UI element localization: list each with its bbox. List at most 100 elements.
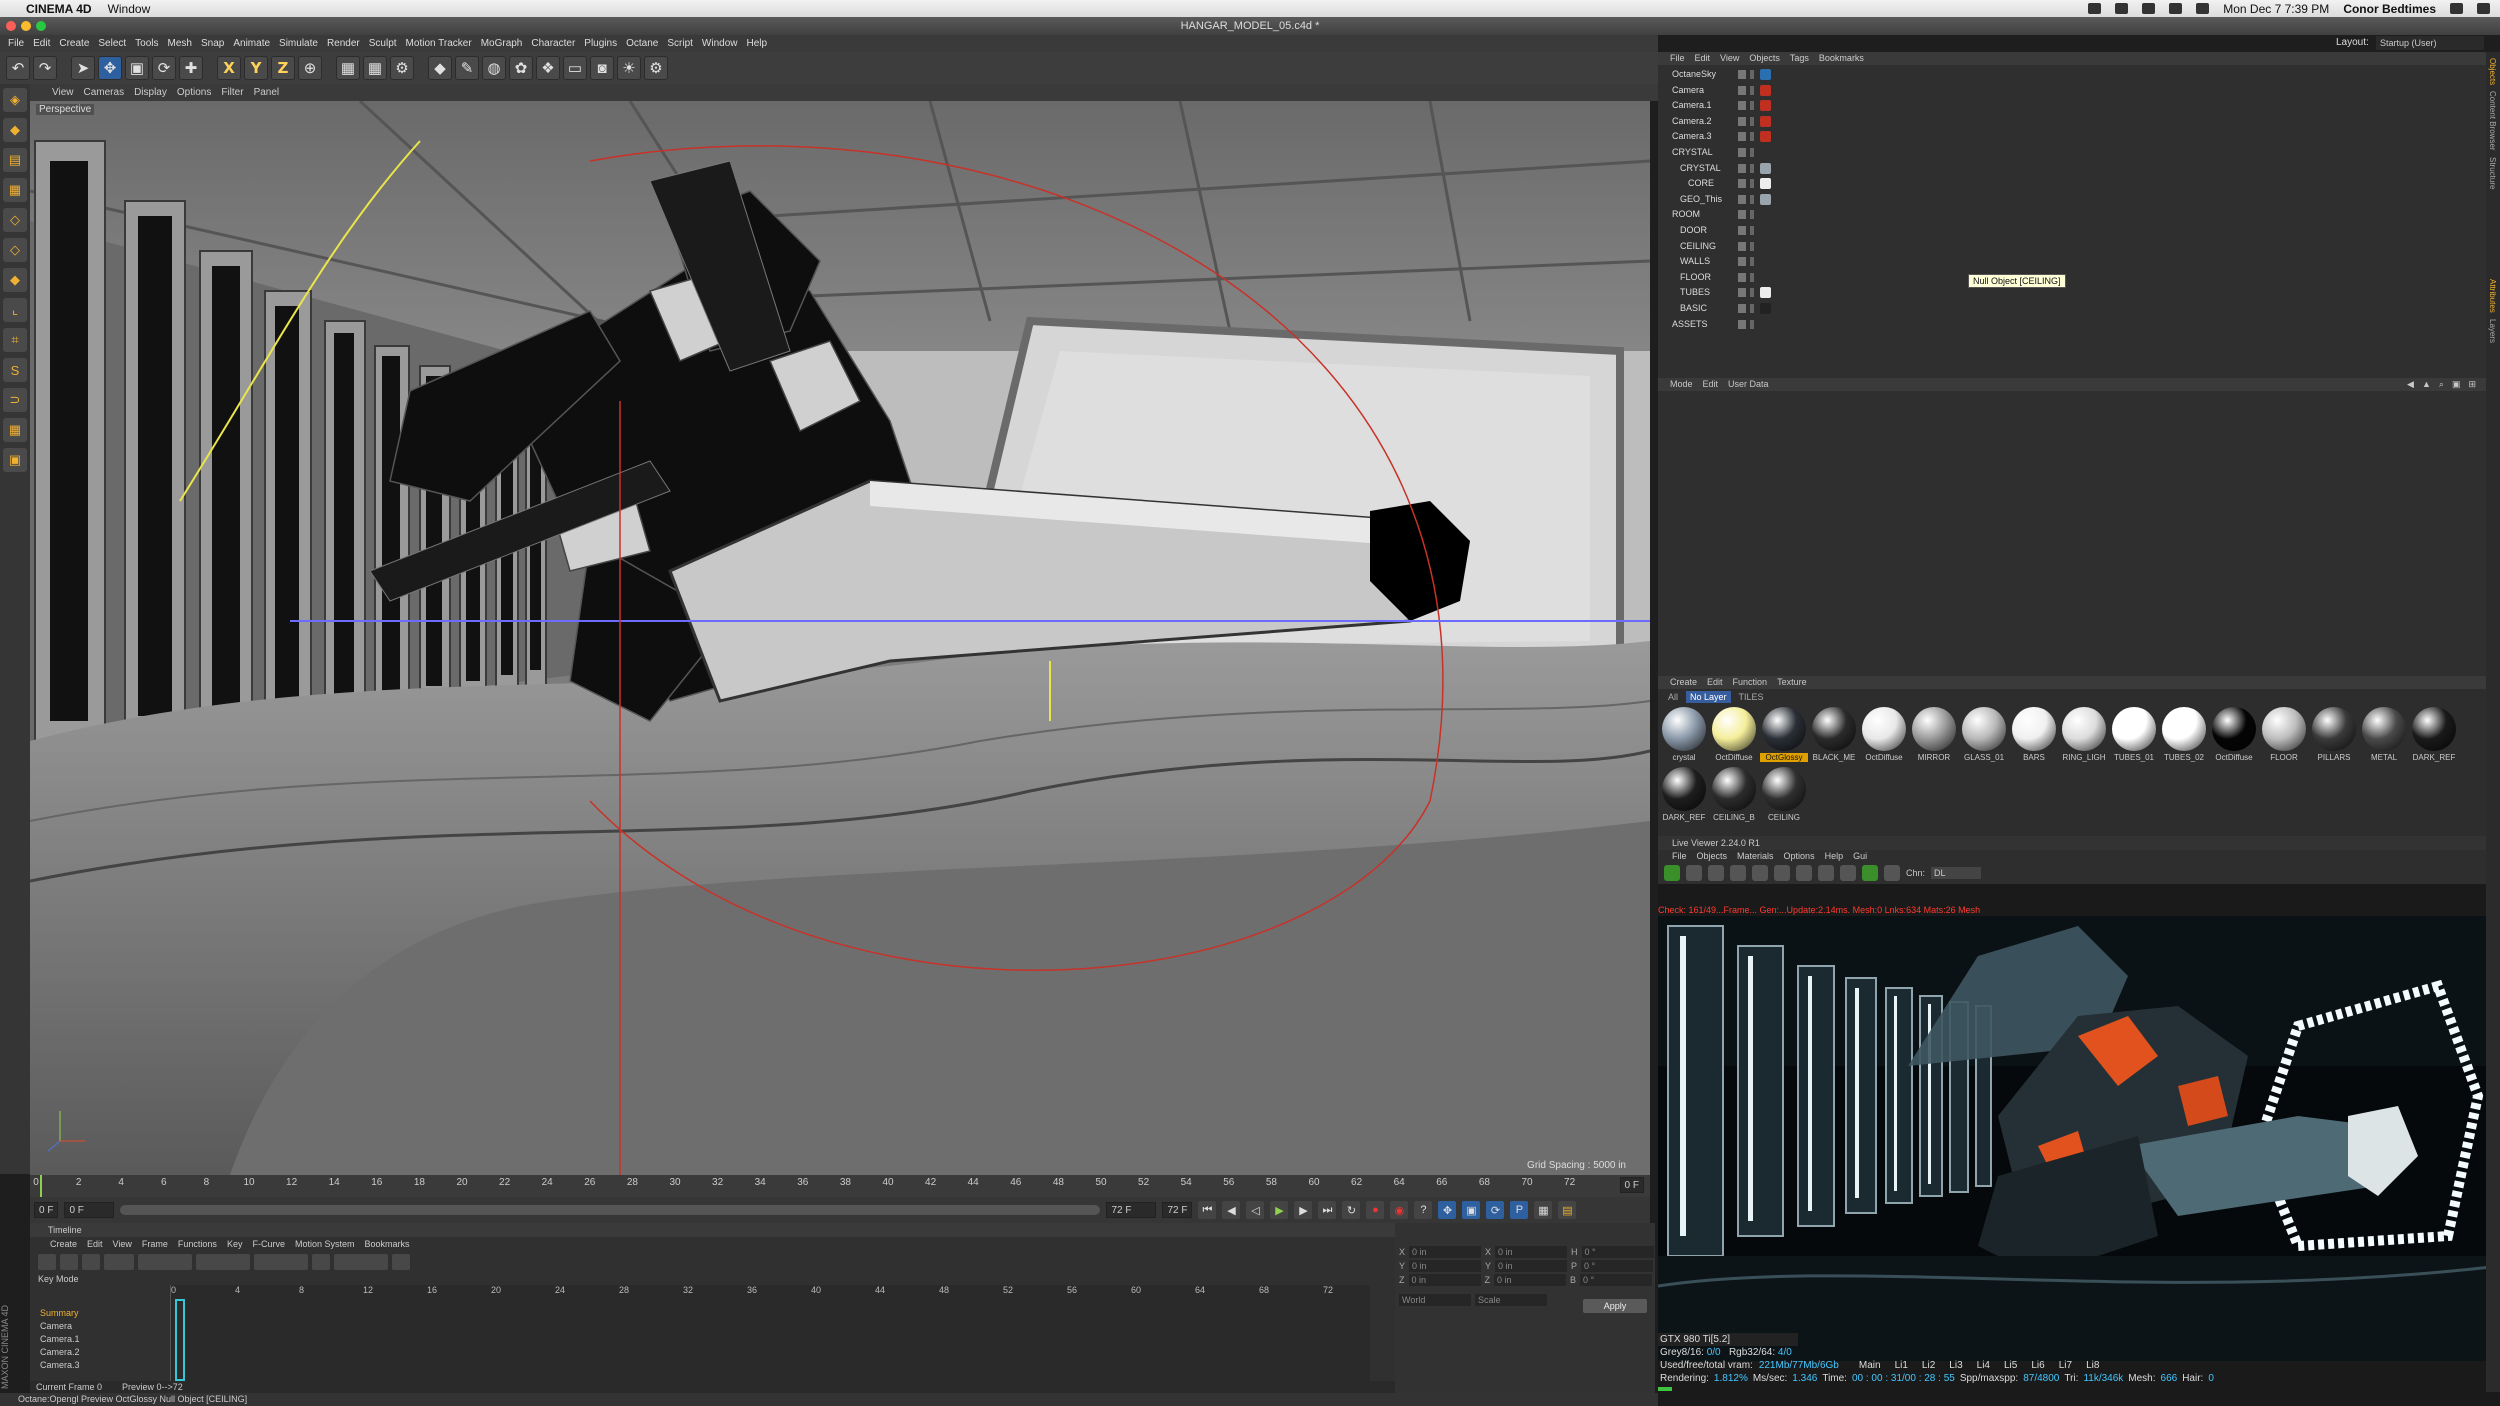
object-tag-icon[interactable] — [1760, 115, 1771, 127]
viewport-menu-cameras[interactable]: Cameras — [84, 87, 125, 98]
deformer-icon[interactable]: ❖ — [536, 56, 560, 80]
editor-render-dots-icon[interactable] — [1750, 85, 1754, 95]
object-row[interactable]: GEO_This — [1658, 192, 2486, 208]
editor-render-dots-icon[interactable] — [1750, 163, 1754, 173]
visibility-toggle-icon[interactable] — [1738, 241, 1746, 251]
select-icon[interactable]: ➤ — [71, 56, 95, 80]
render-view-icon[interactable]: ▦ — [336, 56, 360, 80]
lv-menu-gui[interactable]: Gui — [1853, 850, 1867, 862]
lv-tab-li4[interactable]: Li4 — [1977, 1359, 1990, 1372]
viewport-menu-panel[interactable]: Panel — [254, 87, 280, 98]
cloner-icon[interactable]: ✿ — [509, 56, 533, 80]
size-y-field[interactable]: 0 in — [1495, 1260, 1568, 1272]
viewport-menu-view[interactable]: View — [52, 87, 74, 98]
preview-start-field[interactable]: 0 F — [64, 1202, 115, 1218]
save-image-icon[interactable] — [1840, 865, 1856, 881]
object-row[interactable]: CRYSTAL — [1658, 145, 2486, 161]
prev-key-icon[interactable]: ◀ — [1222, 1201, 1241, 1219]
axis-mode-icon[interactable]: ⌞ — [3, 298, 27, 322]
lv-tab-li6[interactable]: Li6 — [2031, 1359, 2044, 1372]
lv-tab-li8[interactable]: Li8 — [2086, 1359, 2099, 1372]
user-menu[interactable]: Conor Bedtimes — [2343, 2, 2436, 16]
lv-tab-main[interactable]: Main — [1859, 1359, 1881, 1372]
object-tag-icon[interactable] — [1760, 162, 1771, 174]
visibility-toggle-icon[interactable] — [1738, 147, 1746, 157]
play-backward-icon[interactable]: ◁ — [1246, 1201, 1265, 1219]
material-swatch[interactable]: DARK_REF — [2410, 707, 2458, 765]
material-swatch[interactable]: crystal — [1660, 707, 1708, 765]
y-axis-button[interactable]: Y — [244, 56, 268, 80]
timeline-menu-key[interactable]: Key — [227, 1237, 243, 1251]
object-row[interactable]: WALLS — [1658, 254, 2486, 270]
pick-material-icon[interactable] — [1884, 865, 1900, 881]
mat-menu-edit[interactable]: Edit — [1707, 676, 1723, 689]
cube-icon[interactable]: ◆ — [428, 56, 452, 80]
snap-key-icon[interactable] — [312, 1254, 330, 1270]
pick-focus-icon[interactable] — [1862, 865, 1878, 881]
position-x-field[interactable]: 0 in — [1409, 1246, 1482, 1258]
material-swatch[interactable]: PILLARS — [2310, 707, 2358, 765]
search-icon[interactable] — [2450, 3, 2463, 14]
render-output[interactable] — [1658, 916, 2500, 1361]
z-axis-button[interactable]: Z — [271, 56, 295, 80]
material-swatch[interactable]: METAL — [2360, 707, 2408, 765]
visibility-toggle-icon[interactable] — [1738, 163, 1746, 173]
minimize-window-button[interactable] — [21, 21, 31, 31]
record-icon[interactable]: ● — [1366, 1201, 1385, 1219]
timeline-menu-frame[interactable]: Frame — [142, 1237, 168, 1251]
key-mode-icon[interactable] — [38, 1254, 56, 1270]
status-icon[interactable] — [2142, 3, 2156, 14]
goto-end-icon[interactable]: ⏭ — [1318, 1201, 1337, 1219]
timeline-menu-bookmarks[interactable]: Bookmarks — [365, 1237, 410, 1251]
editor-render-dots-icon[interactable] — [1750, 257, 1754, 267]
material-swatch[interactable]: BLACK_ME — [1810, 707, 1858, 765]
editor-render-dots-icon[interactable] — [1750, 147, 1754, 157]
visibility-toggle-icon[interactable] — [1738, 194, 1746, 204]
loop-key-group[interactable] — [334, 1254, 388, 1270]
object-row[interactable]: Camera.3 — [1658, 129, 2486, 145]
mat-tab-tiles[interactable]: TILES — [1735, 691, 1768, 703]
position-z-field[interactable]: 0 in — [1408, 1274, 1481, 1286]
menu-window[interactable]: Window — [702, 38, 738, 49]
object-row[interactable]: DOOR — [1658, 223, 2486, 239]
lv-tab-li5[interactable]: Li5 — [2004, 1359, 2017, 1372]
visibility-toggle-icon[interactable] — [1738, 101, 1746, 111]
region-icon[interactable] — [1818, 865, 1834, 881]
key-rotation-icon[interactable]: ⟳ — [1486, 1201, 1505, 1219]
keyframe-column[interactable] — [175, 1299, 185, 1381]
list-icon[interactable] — [2477, 3, 2490, 14]
material-swatch[interactable]: CEILING — [1760, 767, 1808, 825]
add-icon[interactable]: ✚ — [179, 56, 203, 80]
visibility-toggle-icon[interactable] — [1738, 319, 1746, 329]
rotation-p-field[interactable]: 0 ° — [1581, 1260, 1654, 1272]
timeline-row-camera-3[interactable]: Camera.3 — [30, 1359, 150, 1372]
obj-menu-bookmarks[interactable]: Bookmarks — [1819, 52, 1864, 65]
clock[interactable]: Mon Dec 7 7:39 PM — [2223, 2, 2329, 16]
tab-layers[interactable]: Layers — [2488, 319, 2497, 343]
viewport-menu-filter[interactable]: Filter — [221, 87, 243, 98]
object-row[interactable]: OctaneSky — [1658, 67, 2486, 83]
goto-start-icon[interactable]: ⏮ — [1198, 1201, 1217, 1219]
obj-menu-objects[interactable]: Objects — [1749, 52, 1780, 65]
viewport-menu-display[interactable]: Display — [134, 87, 167, 98]
undo-icon[interactable]: ↶ — [6, 56, 30, 80]
timeline-menu-motion-system[interactable]: Motion System — [295, 1237, 355, 1251]
tweak-mode-icon[interactable]: ⌗ — [3, 328, 27, 352]
object-tag-icon[interactable] — [1760, 178, 1771, 190]
settings-icon[interactable] — [1752, 865, 1768, 881]
menu-plugins[interactable]: Plugins — [584, 38, 617, 49]
subdivision-icon[interactable]: ◍ — [482, 56, 506, 80]
timeline-menu-fcurve[interactable]: F-Curve — [252, 1237, 285, 1251]
stop-icon[interactable] — [1730, 865, 1746, 881]
new-window-icon[interactable]: ⊞ — [2468, 378, 2476, 391]
obj-menu-file[interactable]: File — [1670, 52, 1685, 65]
x-axis-button[interactable]: X — [217, 56, 241, 80]
wifi-icon[interactable] — [2169, 3, 2183, 14]
menu-character[interactable]: Character — [531, 38, 575, 49]
mat-tab-all[interactable]: All — [1664, 691, 1682, 703]
object-row[interactable]: Camera.2 — [1658, 114, 2486, 130]
preview-range-slider[interactable] — [120, 1205, 1101, 1215]
visibility-toggle-icon[interactable] — [1738, 225, 1746, 235]
dopesheet-area[interactable]: 0 4 8 12 16 20 24 28 32 36 40 44 48 52 56 60 64 68 72 — [170, 1285, 1370, 1385]
key-tools-group[interactable] — [138, 1254, 192, 1270]
